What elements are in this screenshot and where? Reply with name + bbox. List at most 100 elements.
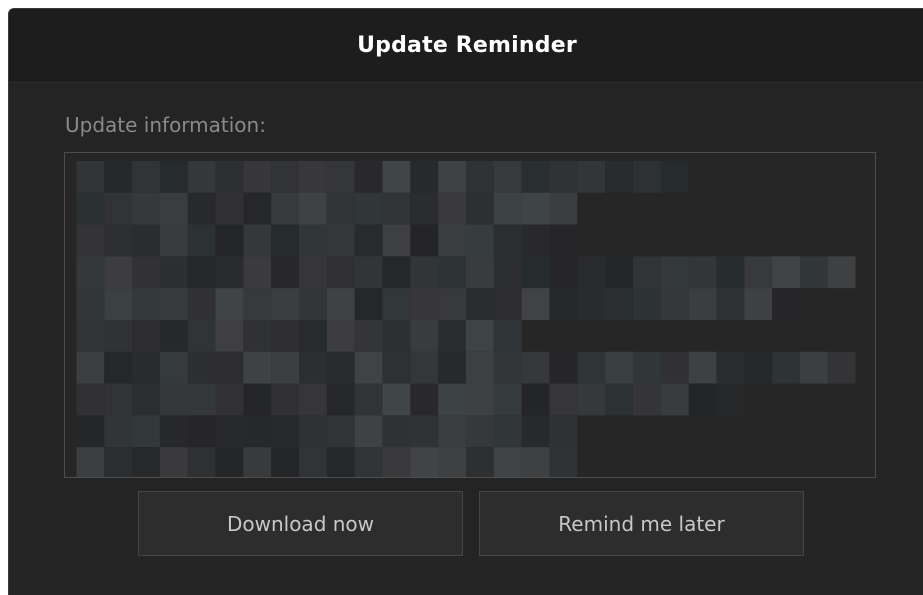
mosaic-cell <box>76 160 105 193</box>
mosaic-cell <box>716 256 745 289</box>
mosaic-cell <box>187 288 216 320</box>
mosaic-cell <box>104 256 133 289</box>
download-now-button[interactable]: Download now <box>138 491 463 556</box>
mosaic-cell <box>410 383 439 416</box>
mosaic-cell <box>132 224 160 257</box>
mosaic-cell <box>271 160 300 193</box>
mosaic-cell <box>299 160 327 193</box>
mosaic-cell <box>521 383 550 416</box>
mosaic-cell <box>438 351 467 384</box>
mosaic-cell <box>354 192 383 225</box>
mosaic-cell <box>466 319 494 352</box>
mosaic-cell <box>159 256 188 289</box>
mosaic-cell <box>132 288 160 320</box>
mosaic-cell <box>271 288 300 320</box>
mosaic-cell <box>827 256 856 289</box>
mosaic-cell <box>772 351 800 384</box>
mosaic-cell <box>243 383 272 416</box>
mosaic-cell <box>632 288 661 320</box>
mosaic-cell <box>521 192 550 225</box>
mosaic-cell <box>243 415 272 448</box>
mosaic-cell <box>660 288 689 320</box>
mosaic-cell <box>76 256 105 289</box>
mosaic-cell <box>688 256 717 289</box>
update-information-text-area[interactable] <box>64 152 876 478</box>
mosaic-cell <box>382 224 411 257</box>
mosaic-cell <box>493 415 522 448</box>
mosaic-cell <box>299 224 327 257</box>
mosaic-cell <box>549 447 578 477</box>
mosaic-cell <box>326 319 355 352</box>
redacted-text-mosaic <box>76 160 856 477</box>
mosaic-cell <box>187 415 216 448</box>
mosaic-cell <box>688 351 717 384</box>
mosaic-cell <box>716 383 745 416</box>
mosaic-cell <box>159 351 188 384</box>
dialog-titlebar[interactable]: Update Reminder <box>9 9 923 83</box>
mosaic-cell <box>410 192 439 225</box>
mosaic-cell <box>299 447 327 477</box>
mosaic-cell <box>549 160 578 193</box>
mosaic-cell <box>632 383 661 416</box>
mosaic-cell <box>716 351 745 384</box>
mosaic-cell <box>271 319 300 352</box>
mosaic-cell <box>466 256 494 289</box>
mosaic-cell <box>354 288 383 320</box>
mosaic-cell <box>466 192 494 225</box>
mosaic-cell <box>187 351 216 384</box>
mosaic-cell <box>76 415 105 448</box>
mosaic-cell <box>132 447 160 477</box>
mosaic-cell <box>187 256 216 289</box>
mosaic-cell <box>187 447 216 477</box>
remind-me-later-button[interactable]: Remind me later <box>479 491 804 556</box>
mosaic-cell <box>326 447 355 477</box>
mosaic-cell <box>104 383 133 416</box>
mosaic-cell <box>104 415 133 448</box>
mosaic-cell <box>132 415 160 448</box>
mosaic-cell <box>410 256 439 289</box>
mosaic-cell <box>187 319 216 352</box>
mosaic-cell <box>159 415 188 448</box>
mosaic-cell <box>76 351 105 384</box>
mosaic-cell <box>660 256 689 289</box>
mosaic-cell <box>521 415 550 448</box>
mosaic-cell <box>159 160 188 193</box>
mosaic-cell <box>521 288 550 320</box>
mosaic-cell <box>243 192 272 225</box>
update-information-label: Update information: <box>65 113 266 137</box>
mosaic-cell <box>243 447 272 477</box>
mosaic-cell <box>215 415 244 448</box>
mosaic-cell <box>521 256 550 289</box>
mosaic-cell <box>410 319 439 352</box>
mosaic-cell <box>438 192 467 225</box>
mosaic-cell <box>660 383 689 416</box>
mosaic-cell <box>326 224 355 257</box>
mosaic-cell <box>159 224 188 257</box>
mosaic-cell <box>382 447 411 477</box>
mosaic-cell <box>632 351 661 384</box>
mosaic-cell <box>632 160 661 193</box>
mosaic-cell <box>466 288 494 320</box>
mosaic-cell <box>187 383 216 416</box>
mosaic-cell <box>354 447 383 477</box>
mosaic-cell <box>827 351 856 384</box>
mosaic-cell <box>326 415 355 448</box>
mosaic-cell <box>215 383 244 416</box>
mosaic-cell <box>549 351 578 384</box>
mosaic-cell <box>438 256 467 289</box>
mosaic-cell <box>215 447 244 477</box>
mosaic-cell <box>104 224 133 257</box>
mosaic-cell <box>132 319 160 352</box>
mosaic-cell <box>299 319 327 352</box>
mosaic-cell <box>187 160 216 193</box>
mosaic-cell <box>493 160 522 193</box>
mosaic-cell <box>410 224 439 257</box>
mosaic-cell <box>438 383 467 416</box>
mosaic-cell <box>466 447 494 477</box>
mosaic-cell <box>76 192 105 225</box>
mosaic-cell <box>493 192 522 225</box>
mosaic-cell <box>243 256 272 289</box>
mosaic-cell <box>382 160 411 193</box>
mosaic-cell <box>354 256 383 289</box>
mosaic-cell <box>382 288 411 320</box>
